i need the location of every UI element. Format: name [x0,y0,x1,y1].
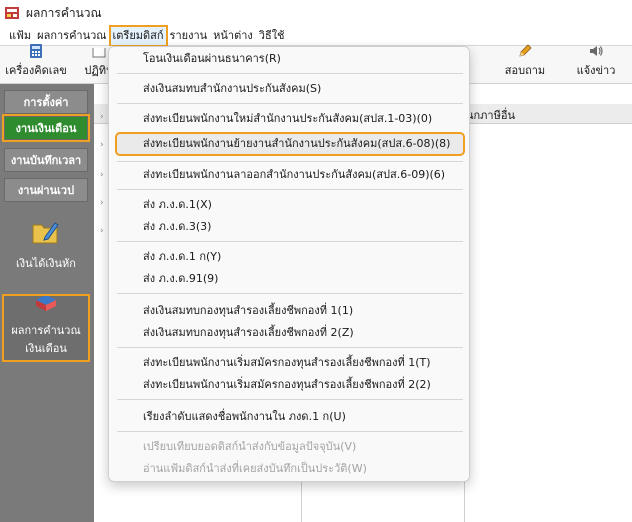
menu-item-pnd1k[interactable]: ส่ง ภ.ง.ด.1 ก(Y) [117,247,463,267]
chevron-right-icon[interactable]: › [100,198,104,208]
menu-item-provident-fund-enroll-1[interactable]: ส่งทะเบียนพนักงานเริ่มสมัครกองทุนสำรองเล… [117,353,463,373]
menu-separator [117,161,463,162]
menu-separator [117,347,463,348]
app-icon [4,5,20,21]
menu-item-new-employee-sso[interactable]: ส่งทะเบียนพนักงานใหม่สำนักงานประกันสังคม… [117,109,463,129]
menu-prepare-disk[interactable]: เตรียมดิสก์ [108,24,168,47]
folder-pencil-icon [31,219,61,248]
menu-item-compare-disk: เปรียบเทียบยอดดิสก์นำส่งกับข้อมูลปัจจุบั… [143,440,357,453]
menu-separator [117,189,463,190]
menu-item-provident-fund-enroll-2[interactable]: ส่งทะเบียนพนักงานเริ่มสมัครกองทุนสำรองเล… [117,375,463,395]
menu-item-sort-pnd1k[interactable]: เรียงลำดับแสดงชื่อพนักงานใน ภงด.1 ก(U) [117,407,463,427]
calendar-icon [91,48,107,59]
sidebar: การตั้งค่า งานเงินเดือน งานบันทึกเวลา งา… [0,84,94,522]
menu-item-pnd91[interactable]: ส่ง ภ.ง.ด.91(9) [117,269,463,289]
chevron-right-icon[interactable]: › [100,112,104,122]
menu-item-pnd1[interactable]: ส่ง ภ.ง.ด.1(X) [117,195,463,215]
speaker-icon [588,43,604,59]
income-deduct-label: เงินได้เงินหัก [16,257,76,270]
income-deduct-button[interactable]: เงินได้เงินหัก [4,220,88,272]
column-header-other-tax: นกภาษีอื่น [466,109,515,122]
menu-item-read-disk-history: อ่านแฟ้มดิสก์นำส่งที่เคยส่งบันทึกเป็นประ… [143,462,367,475]
menu-item-resigned-employee-sso[interactable]: ส่งทะเบียนพนักงานลาออกสำนักงานประกันสังค… [117,165,463,185]
menu-item-provident-fund-2[interactable]: ส่งเงินสมทบกองทุนสำรองเลี้ยงชีพกองที่ 2(… [117,323,463,343]
menu-separator [117,241,463,242]
calculator-button[interactable]: เครื่องคิดเลข [4,44,68,82]
menu-bar: แฟ้ม ผลการคำนวณ เตรียมดิสก์ รายงาน หน้าต… [0,24,632,47]
menu-item-transfer-employee-sso[interactable]: ส่งทะเบียนพนักงานย้ายงานสำนักงานประกันสั… [115,132,465,156]
menu-separator [117,293,463,294]
notify-label: แจ้งข่าว [576,64,616,77]
menu-calculation-results[interactable]: ผลการคำนวณ [34,26,109,46]
sidebar-tab-time-records[interactable]: งานบันทึกเวลา [4,148,88,172]
report-stack-icon [32,292,60,317]
chevron-right-icon[interactable]: › [100,226,104,236]
sidebar-tab-settings[interactable]: การตั้งค่า [4,90,88,114]
payroll-results-button[interactable]: ผลการคำนวณ เงินเดือน [2,294,90,362]
chevron-right-icon[interactable]: › [100,140,104,150]
notify-button[interactable]: แจ้งข่าว [568,46,624,82]
prepare-disk-dropdown: โอนเงินเดือนผ่านธนาคาร(R) ส่งเงินสมทบสำน… [108,46,470,482]
chevron-right-icon[interactable]: › [100,170,104,180]
menu-separator [117,399,463,400]
menu-item-social-security-contribution[interactable]: ส่งเงินสมทบสำนักงานประกันสังคม(S) [117,79,463,99]
calculator-label: เครื่องคิดเลข [5,64,67,77]
payroll-results-label-1: ผลการคำนวณ [11,324,81,337]
menu-separator [117,103,463,104]
payroll-results-label-2: เงินเดือน [25,342,67,355]
sidebar-tab-payroll[interactable]: งานเงินเดือน [2,114,90,142]
menu-item-provident-fund-1[interactable]: ส่งเงินสมทบกองทุนสำรองเลี้ยงชีพกองที่ 1(… [117,301,463,321]
menu-window[interactable]: หน้าต่าง [210,26,256,46]
calculator-icon [28,43,44,59]
ask-button[interactable]: สอบถาม [500,44,550,82]
menu-item-pnd3[interactable]: ส่ง ภ.ง.ด.3(3) [117,217,463,237]
menu-help[interactable]: วิธีใช้ [256,26,288,46]
menu-reports[interactable]: รายงาน [167,26,211,46]
sidebar-tab-web[interactable]: งานผ่านเวป [4,178,88,202]
title-bar: ผลการคำนวณ [0,0,632,26]
window-title: ผลการคำนวณ [26,5,102,20]
menu-separator [117,73,463,74]
ask-label: สอบถาม [504,64,546,77]
menu-separator [117,431,463,432]
pencil-icon [517,43,533,59]
menu-item-bank-transfer[interactable]: โอนเงินเดือนผ่านธนาคาร(R) [117,49,463,69]
